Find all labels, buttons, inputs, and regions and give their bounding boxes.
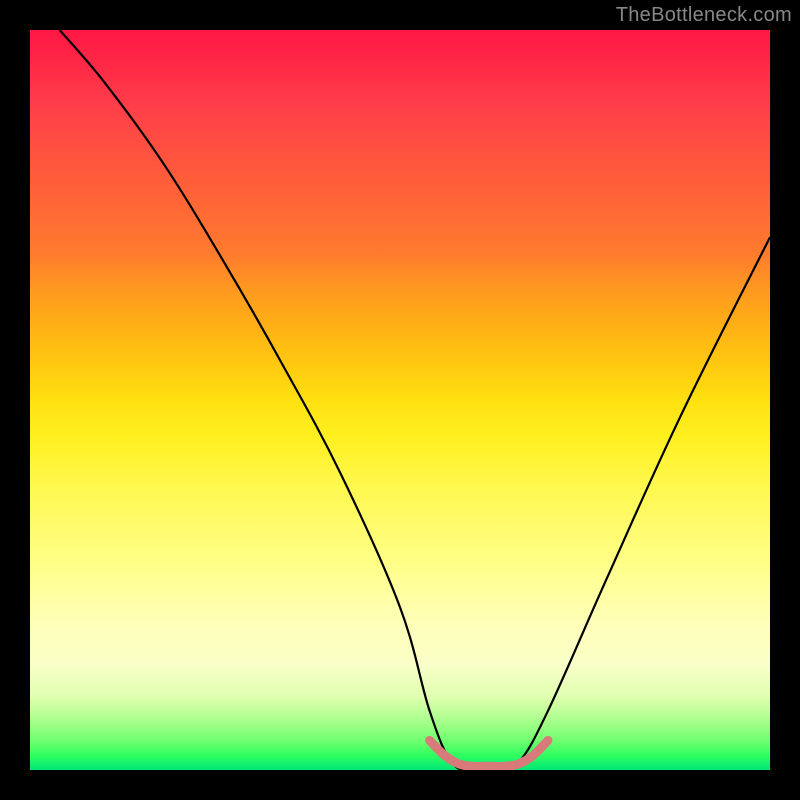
watermark-text: TheBottleneck.com bbox=[616, 4, 792, 27]
gradient-background bbox=[30, 30, 770, 770]
plot-area bbox=[30, 30, 770, 770]
bottleneck-chart: TheBottleneck.com bbox=[0, 0, 800, 800]
